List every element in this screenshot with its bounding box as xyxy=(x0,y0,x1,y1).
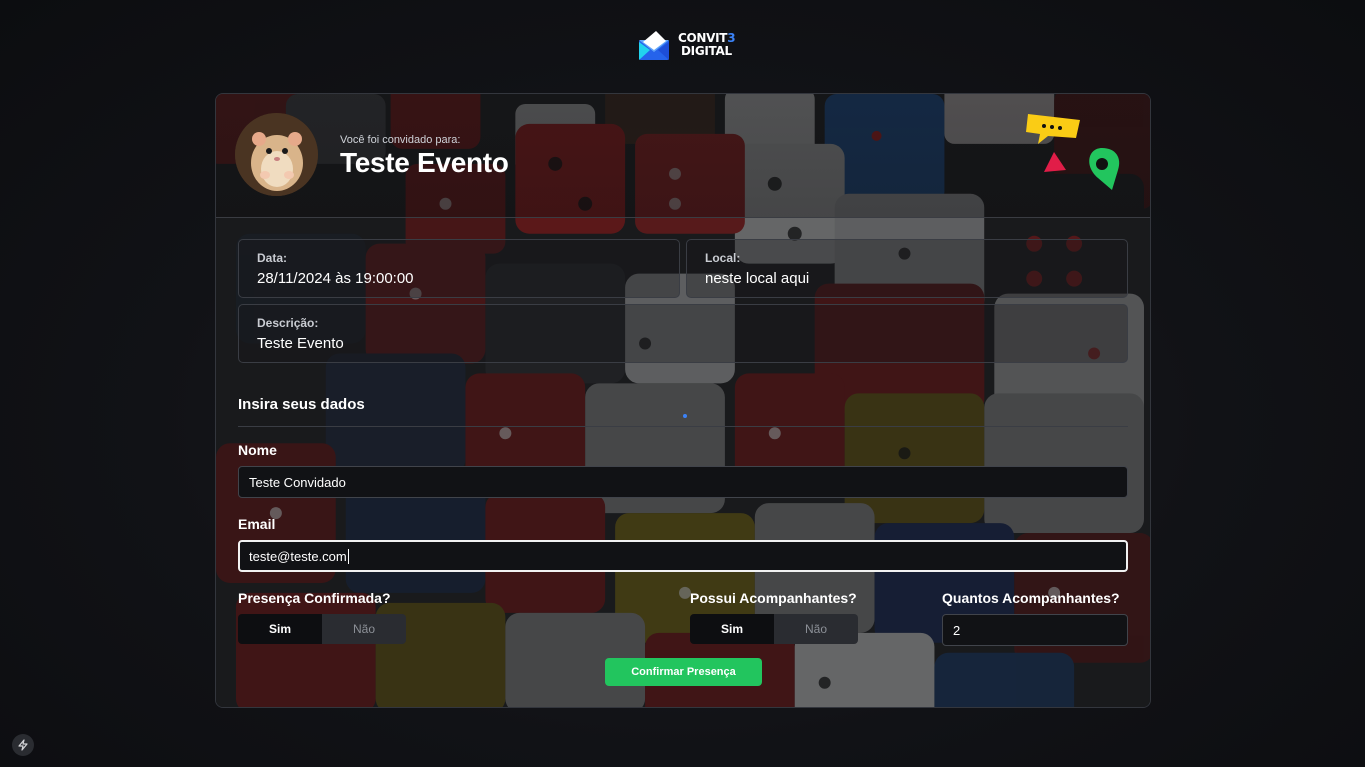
date-info-box: Data: 28/11/2024 às 19:00:00 xyxy=(238,239,680,298)
logo-text-sub: DIGITAL xyxy=(681,44,732,58)
section-divider xyxy=(238,426,1128,427)
name-input[interactable]: Teste Convidado xyxy=(238,466,1128,498)
name-input-value: Teste Convidado xyxy=(249,474,346,490)
paper-plane-icon xyxy=(1044,152,1066,172)
chat-bubble-icon xyxy=(1026,114,1080,144)
email-label: Email xyxy=(238,516,276,532)
companion-count-value: 2 xyxy=(953,622,961,638)
invitation-card: Você foi convidado para: Teste Evento Da… xyxy=(215,93,1151,708)
companion-count-label: Quantos Acompanhantes? xyxy=(942,590,1120,606)
companions-yes-option[interactable]: Sim xyxy=(690,614,774,644)
event-title: Teste Evento xyxy=(340,147,509,178)
invited-label: Você foi convidado para: xyxy=(340,134,461,146)
companions-label: Possui Acompanhantes? xyxy=(690,590,857,606)
email-input[interactable]: teste@teste.com xyxy=(238,540,1128,572)
map-pin-icon xyxy=(1089,148,1120,190)
loading-dot xyxy=(683,414,687,418)
presence-toggle: Sim Não xyxy=(238,614,406,644)
event-avatar-image xyxy=(235,113,318,196)
logo-text-main: CONVIT xyxy=(678,31,728,45)
presence-label: Presença Confirmada? xyxy=(238,590,391,606)
location-value: neste local aqui xyxy=(705,270,810,287)
location-label: Local: xyxy=(705,251,741,265)
text-caret xyxy=(347,548,349,564)
location-info-box: Local: neste local aqui xyxy=(686,239,1128,298)
logo-envelope-icon xyxy=(639,31,669,60)
form-section-title: Insira seus dados xyxy=(238,396,365,413)
companions-toggle: Sim Não xyxy=(690,614,858,644)
logo-text-accent: 3 xyxy=(727,31,736,45)
bolt-button[interactable] xyxy=(12,734,34,756)
date-label: Data: xyxy=(257,251,288,265)
date-value: 28/11/2024 às 19:00:00 xyxy=(257,270,414,287)
presence-yes-option[interactable]: Sim xyxy=(238,614,322,644)
confirm-presence-button[interactable]: Confirmar Presença xyxy=(605,658,762,686)
companions-no-option[interactable]: Não xyxy=(774,614,858,644)
name-label: Nome xyxy=(238,442,277,458)
bolt-icon xyxy=(18,739,28,751)
description-label: Descrição: xyxy=(257,316,319,330)
presence-no-option[interactable]: Não xyxy=(322,614,406,644)
description-info-box: Descrição: Teste Evento xyxy=(238,304,1128,363)
description-value: Teste Evento xyxy=(257,335,344,352)
companion-count-input[interactable]: 2 xyxy=(942,614,1128,646)
email-input-value: teste@teste.com xyxy=(249,548,347,564)
event-decoration xyxy=(1026,114,1120,190)
brand-logo: CONVIT3 DIGITAL xyxy=(636,28,736,62)
